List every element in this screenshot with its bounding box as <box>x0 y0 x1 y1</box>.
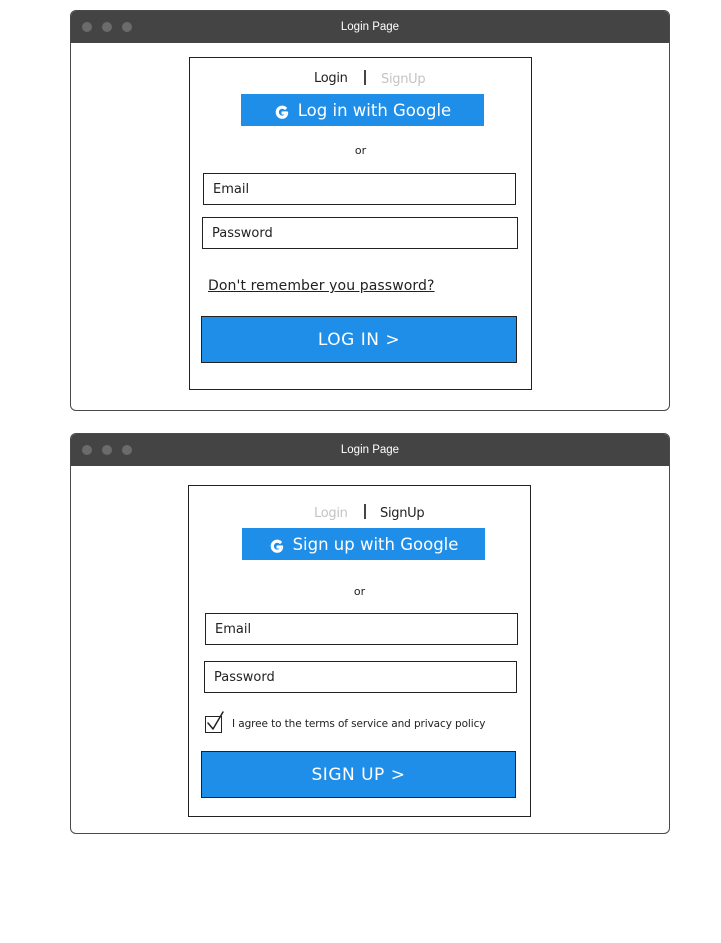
google-g-icon <box>270 539 283 553</box>
tab-separator <box>364 70 366 85</box>
tab-login[interactable]: Login <box>314 71 348 86</box>
tab-login[interactable]: Login <box>314 506 348 521</box>
title-bar: Login Page <box>71 11 669 43</box>
login-card: Login SignUp Log in with Google or Email… <box>189 57 532 390</box>
terms-checkbox[interactable] <box>205 711 224 733</box>
email-field[interactable]: Email <box>205 613 518 645</box>
tab-signup[interactable]: SignUp <box>380 506 425 521</box>
signup-submit-button[interactable]: SIGN UP > <box>201 751 516 798</box>
forgot-password-link[interactable]: Don't remember you password? <box>208 278 435 294</box>
email-field[interactable]: Email <box>203 173 516 205</box>
login-window: Login Page Login SignUp Log in with Goog… <box>70 10 670 411</box>
window-title: Login Page <box>340 444 400 456</box>
password-field[interactable]: Password <box>204 661 517 693</box>
tab-signup[interactable]: SignUp <box>381 72 426 87</box>
signup-window: Login Page Login SignUp Sign up with Goo… <box>70 433 670 834</box>
google-login-label: Log in with Google <box>297 100 452 120</box>
checkmark-icon <box>207 711 224 730</box>
or-divider-text: or <box>353 585 366 598</box>
google-signup-button[interactable]: Sign up with Google <box>242 528 485 560</box>
or-divider-text: or <box>354 144 367 157</box>
password-field[interactable]: Password <box>202 217 518 249</box>
title-bar: Login Page <box>71 434 669 466</box>
google-g-icon <box>275 105 288 119</box>
login-submit-button[interactable]: LOG IN > <box>201 316 517 363</box>
terms-label: I agree to the terms of service and priv… <box>232 718 486 730</box>
signup-card: Login SignUp Sign up with Google or Emai… <box>188 485 531 817</box>
window-title: Login Page <box>340 21 400 33</box>
google-signup-label: Sign up with Google <box>292 534 459 554</box>
tab-separator <box>364 504 366 519</box>
google-login-button[interactable]: Log in with Google <box>241 94 484 126</box>
